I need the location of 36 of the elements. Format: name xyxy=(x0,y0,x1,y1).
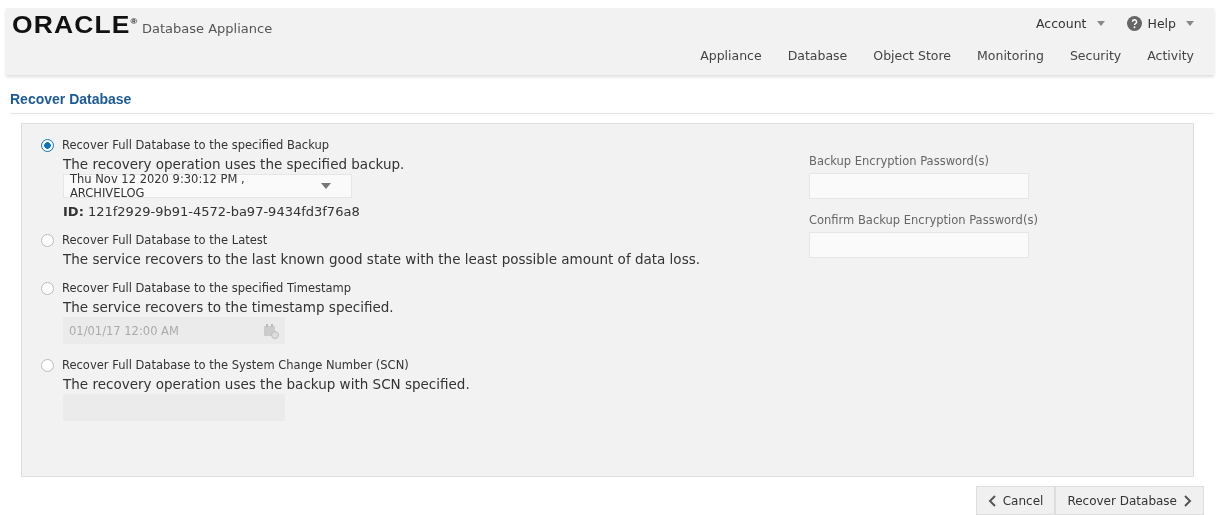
radio-button[interactable] xyxy=(41,233,54,247)
nav-link[interactable]: Appliance xyxy=(700,48,762,63)
product-name: Database Appliance xyxy=(142,21,273,36)
option-label: Recover Full Database to the System Change Number (SCN) xyxy=(62,358,409,372)
calendar-icon xyxy=(263,322,279,339)
option-description: The service recovers to the last known good state with the least possible amount of data loss. xyxy=(63,251,701,267)
nav-link[interactable]: Activity xyxy=(1147,48,1194,63)
backup-dropdown[interactable]: Thu Nov 12 2020 9:30:12 PM , ARCHIVELOG xyxy=(63,174,352,198)
oracle-logo: ORACLE$^{®}$ xyxy=(12,12,139,39)
field-label: Backup Encryption Password(s) xyxy=(809,154,990,168)
cancel-button[interactable]: Cancel xyxy=(975,486,1056,515)
help-icon xyxy=(1126,16,1142,31)
nav-link[interactable]: Database xyxy=(787,48,848,63)
header-menu[interactable]: Account xyxy=(1036,16,1105,31)
nav-link[interactable]: Monitoring xyxy=(977,48,1044,63)
chevron-left-icon xyxy=(987,494,996,507)
field-label: Confirm Backup Encryption Password(s) xyxy=(809,213,1038,227)
header-menu[interactable]: Help xyxy=(1126,16,1194,31)
page-title: Recover Database xyxy=(10,91,1214,114)
option-label: Recover Full Database to the specified Timestamp xyxy=(62,281,352,295)
option-description: The recovery operation uses the backup with SCN specified. xyxy=(63,376,471,392)
caret-icon xyxy=(321,183,331,189)
radio-button[interactable] xyxy=(41,138,54,152)
caret-icon xyxy=(1096,21,1105,26)
nav-link[interactable]: Object Store xyxy=(873,48,952,63)
radio-button[interactable] xyxy=(41,281,54,295)
chevron-right-icon xyxy=(1184,494,1192,507)
radio-button[interactable] xyxy=(41,358,54,372)
backup-id: ID: 121f2929-9b91-4572-ba97-9434fd3f76a8 xyxy=(63,204,361,219)
option-description: The recovery operation uses the specified backup. xyxy=(63,156,406,172)
option-label: Recover Full Database to the Latest xyxy=(62,233,268,247)
option-label: Recover Full Database to the specified Backup xyxy=(62,138,330,152)
caret-icon xyxy=(1186,21,1194,26)
option-description: The service recovers to the timestamp specified. xyxy=(63,299,395,315)
nav-link[interactable]: Security xyxy=(1069,48,1122,63)
recover-button[interactable]: Recover Database xyxy=(1055,486,1204,515)
